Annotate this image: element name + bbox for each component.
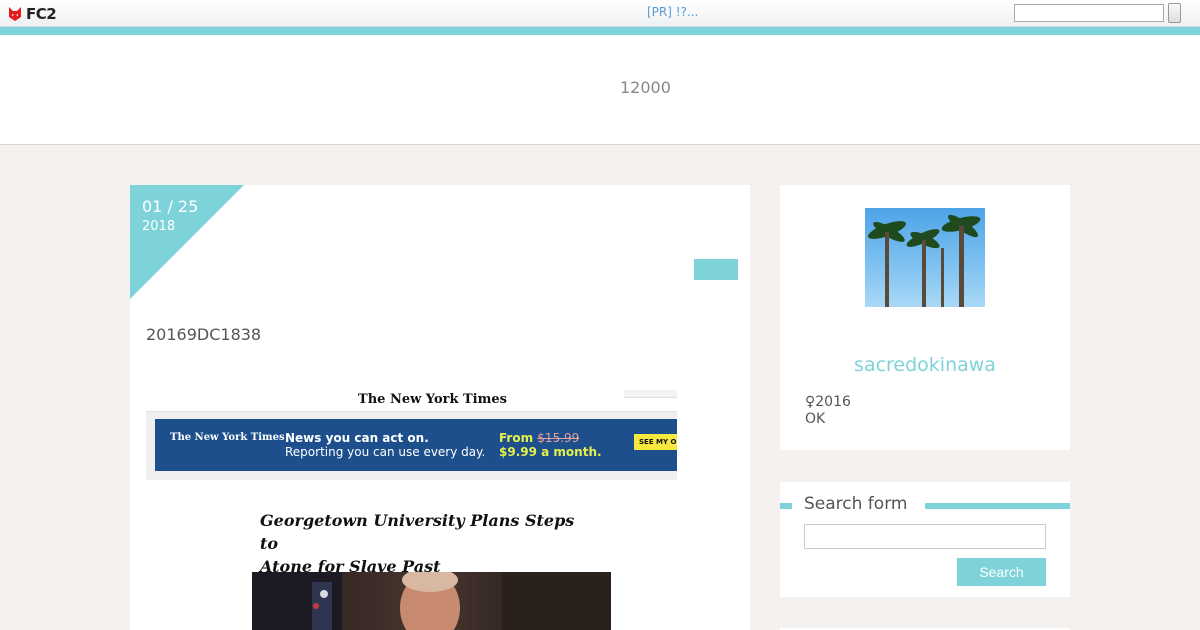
header-count-text: 12000	[620, 78, 671, 97]
ad-old-price: $15.99	[537, 431, 580, 445]
search-form-title: Search form	[804, 494, 908, 514]
search-button[interactable]: Search	[957, 558, 1046, 586]
ad-new-price: $9.99 a month.	[499, 445, 602, 459]
ad-headline: News you can act on.	[285, 431, 429, 445]
avatar	[865, 208, 985, 307]
fc2-logo-text: FC2	[26, 5, 57, 23]
search-title-bar-left	[780, 503, 792, 509]
search-form-widget: Search form Search	[780, 482, 1070, 597]
entry-title: 20169DC1838	[146, 325, 262, 344]
ad-wrapper: The New York Times News you can act on. …	[146, 412, 677, 480]
ad-options-button: SEE MY OPTIONS	[634, 434, 677, 450]
palm-tree-image	[868, 214, 981, 307]
profile-widget: sacredokinawa ♀2016 OK	[780, 185, 1070, 450]
header-accent-line	[0, 27, 1200, 35]
ad-logo: The New York Times	[170, 432, 285, 443]
nyt-headline: Georgetown University Plans Steps to Ato…	[260, 509, 590, 578]
toolbar-search-button[interactable]	[1168, 3, 1181, 23]
subscription-ad: The New York Times News you can act on. …	[155, 419, 677, 471]
fc2-logo[interactable]: FC2	[6, 5, 57, 23]
search-title-bar-right	[925, 503, 1070, 509]
ad-from: From $15.99	[499, 431, 579, 445]
nyt-masthead: The New York Times	[358, 392, 507, 407]
entry-date: 01 / 25	[142, 197, 199, 216]
blog-entry: 01 / 25 2018 20169DC1838 The New York Ti…	[130, 185, 750, 630]
search-input[interactable]	[804, 524, 1046, 549]
news-photo-illustration	[252, 572, 611, 630]
profile-line1: ♀2016	[805, 394, 851, 410]
news-photo	[252, 572, 611, 630]
embedded-screenshot: The New York Times The New York Times Ne…	[146, 390, 677, 630]
screenshot-popup-edge	[624, 390, 677, 398]
profile-line2: OK	[805, 411, 826, 427]
toolbar-search-input[interactable]	[1014, 4, 1164, 22]
pr-link[interactable]: [PR] !?...	[647, 5, 698, 19]
fc2-toolbar: FC2 [PR] !?...	[0, 0, 1200, 27]
fc2-fox-icon	[9, 7, 21, 21]
ad-subline: Reporting you can use every day.	[285, 445, 486, 459]
blog-header: 12000	[0, 35, 1200, 145]
category-tag[interactable]	[694, 259, 738, 280]
ad-from-label: From	[499, 431, 534, 445]
profile-name[interactable]: sacredokinawa	[780, 354, 1070, 376]
entry-year: 2018	[142, 219, 176, 234]
nyt-headline-line1: Georgetown University Plans Steps to	[260, 511, 575, 553]
